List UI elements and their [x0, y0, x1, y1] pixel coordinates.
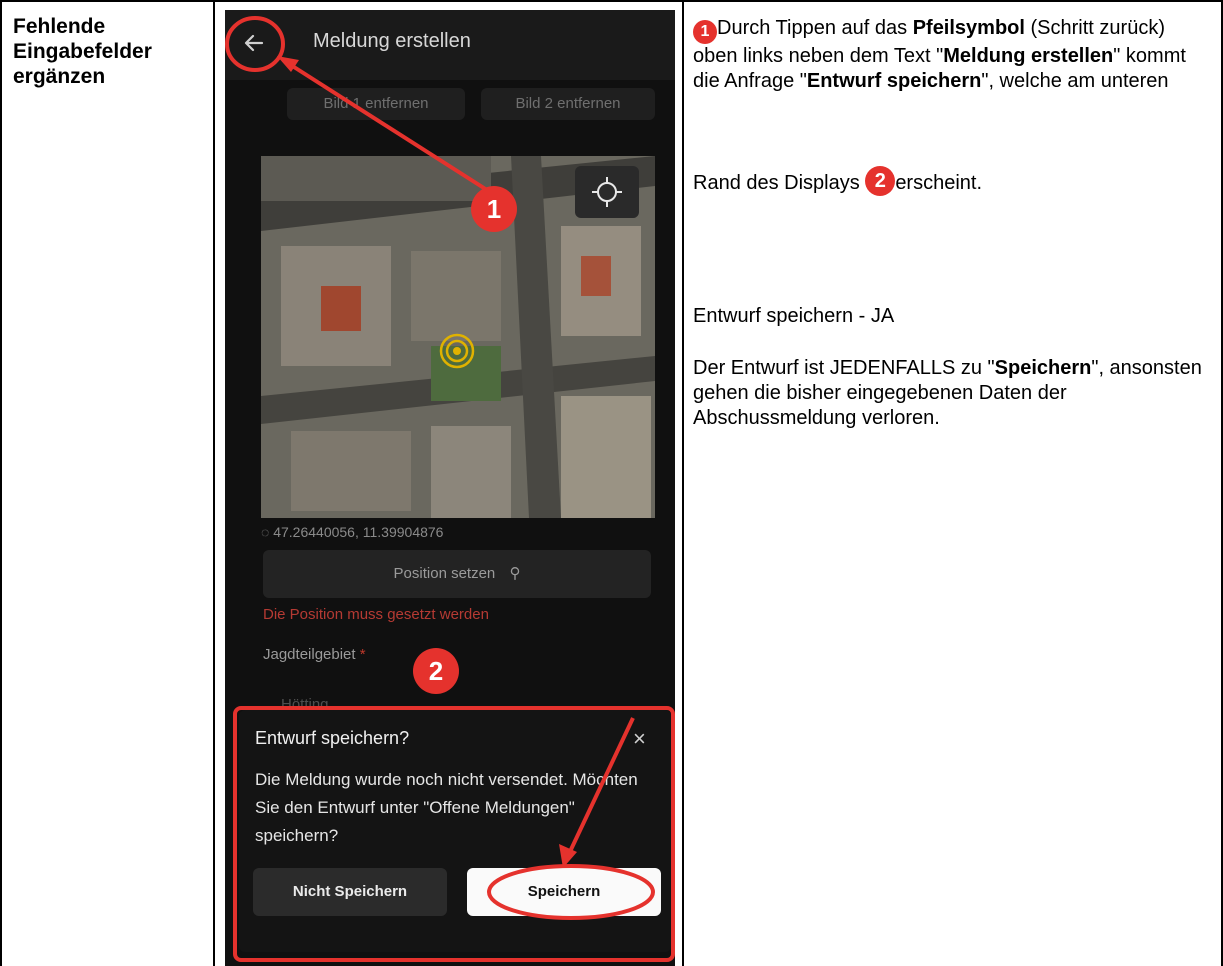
dialog-message: Die Meldung wurde noch nicht versendet. …	[255, 770, 638, 845]
text-span: Durch Tippen auf das	[717, 17, 913, 39]
step-heading: Fehlende Eingabefelder ergänzen	[13, 15, 152, 88]
crosshair-icon	[592, 177, 622, 207]
arrow-left-icon	[244, 34, 264, 52]
dont-save-button[interactable]: Nicht Speichern	[253, 868, 447, 916]
remove-image-1-button[interactable]: Bild 1 entfernen	[287, 88, 465, 120]
step-marker-1: 1	[471, 186, 517, 232]
table-left-border	[0, 0, 2, 966]
table-divider-2	[682, 0, 684, 966]
text-span: Der Entwurf ist JEDENFALLS zu "	[693, 357, 995, 379]
phone-screenshot: Meldung erstellen Bild 1 entfernen Bild …	[225, 10, 675, 966]
coordinates-readout: ◌ 47.26440056, 11.39904876	[261, 524, 443, 540]
table-divider-1	[213, 0, 215, 966]
text-span: erscheint.	[895, 172, 983, 194]
hunting-area-label-text: Jagdteilgebiet	[263, 646, 356, 663]
instruction-paragraph-3: Der Entwurf ist JEDENFALLS zu "Speichern…	[693, 356, 1213, 431]
bold-text: Speichern	[994, 357, 1092, 379]
bold-text: Entwurf speichern	[806, 70, 982, 92]
text-span: ", welche am unteren	[981, 70, 1169, 92]
remove-image-2-button[interactable]: Bild 2 entfernen	[481, 88, 655, 120]
close-icon[interactable]: ×	[633, 728, 646, 750]
set-position-label: Position setzen	[393, 565, 496, 582]
instruction-paragraph-1: 1 Durch Tippen auf das Pfeilsymbol (Schri…	[693, 16, 1213, 94]
badge-2: 2	[865, 166, 896, 196]
coordinates-value: 47.26440056, 11.39904876	[273, 524, 444, 540]
location-pin-icon: ◌	[261, 524, 274, 540]
save-button[interactable]: Speichern	[467, 868, 661, 916]
instruction-paragraph-1-end: Rand des Displays 2 erscheint.	[693, 166, 1213, 196]
text-span: Rand des Displays	[693, 172, 866, 194]
target-marker-icon	[439, 333, 475, 369]
bold-text: Meldung erstellen	[943, 45, 1114, 67]
hunting-area-label: Jagdteilgebiet *	[263, 646, 366, 663]
locate-button[interactable]	[575, 166, 639, 218]
badge-1: 1	[693, 20, 717, 44]
dialog-title: Entwurf speichern?	[255, 728, 410, 748]
screen-title: Meldung erstellen	[313, 30, 471, 52]
pin-icon: ⚲	[509, 565, 521, 582]
position-error-text: Die Position muss gesetzt werden	[263, 606, 489, 623]
required-asterisk: *	[359, 646, 366, 663]
set-position-button[interactable]: Position setzen ⚲	[263, 550, 651, 598]
bold-text: Pfeilsymbol	[912, 17, 1025, 39]
back-button[interactable]	[237, 26, 271, 60]
table-top-border	[0, 0, 1223, 2]
instruction-paragraph-2: Entwurf speichern - JA	[693, 305, 895, 327]
step-marker-2: 2	[413, 648, 459, 694]
